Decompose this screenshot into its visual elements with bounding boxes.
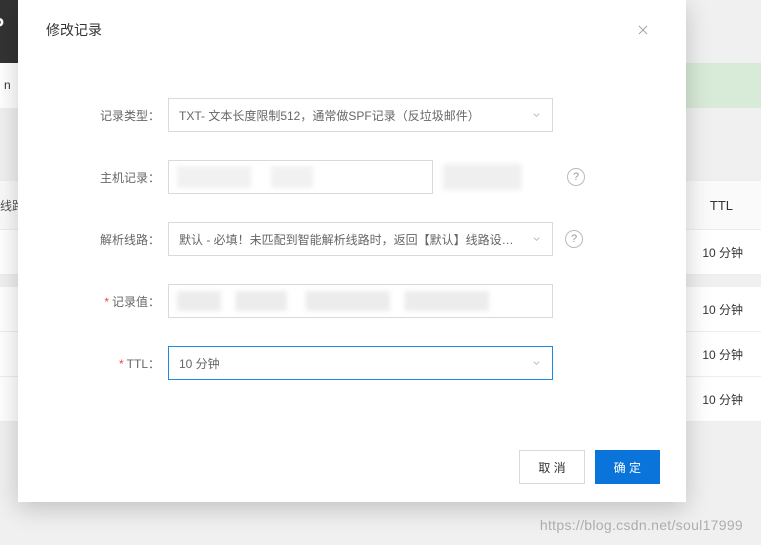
watermark: https://blog.csdn.net/soul17999 xyxy=(540,517,743,533)
modal-header: 修改记录 xyxy=(18,0,686,60)
confirm-button[interactable]: 确 定 xyxy=(595,450,660,484)
field-record-type: 记录类型： TXT- 文本长度限制512，通常做SPF记录（反垃圾邮件） xyxy=(58,98,646,132)
redacted-content xyxy=(177,166,424,188)
chevron-down-icon xyxy=(531,110,542,121)
record-type-value: TXT- 文本长度限制512，通常做SPF记录（反垃圾邮件） xyxy=(179,107,480,124)
field-host-record: 主机记录： ? xyxy=(58,160,646,194)
record-value-label: *记录值： xyxy=(58,293,168,310)
field-ttl: *TTL： 10 分钟 xyxy=(58,346,646,380)
help-icon[interactable]: ? xyxy=(565,230,583,248)
redacted-content xyxy=(177,291,544,311)
bg-header-fragment: P xyxy=(0,0,20,63)
help-icon[interactable]: ? xyxy=(567,168,585,186)
cancel-button[interactable]: 取 消 xyxy=(519,450,584,484)
field-record-value: *记录值： xyxy=(58,284,646,318)
record-type-select[interactable]: TXT- 文本长度限制512，通常做SPF记录（反垃圾邮件） xyxy=(168,98,553,132)
record-value-input[interactable] xyxy=(168,284,553,318)
chevron-down-icon xyxy=(531,234,542,245)
modal-body: 记录类型： TXT- 文本长度限制512，通常做SPF记录（反垃圾邮件） 主机记… xyxy=(18,60,686,416)
ttl-label: *TTL： xyxy=(58,355,168,372)
field-resolve-line: 解析线路： 默认 - 必填！未匹配到智能解析线路时，返回【默认】线路设… ? xyxy=(58,222,646,256)
edit-record-modal: 修改记录 记录类型： TXT- 文本长度限制512，通常做SPF记录（反垃圾邮件… xyxy=(18,0,686,502)
host-record-label: 主机记录： xyxy=(58,169,168,186)
resolve-line-select[interactable]: 默认 - 必填！未匹配到智能解析线路时，返回【默认】线路设… xyxy=(168,222,553,256)
record-type-label: 记录类型： xyxy=(58,107,168,124)
bg-col-route-label: 线路 xyxy=(0,197,18,214)
host-record-input[interactable] xyxy=(168,160,433,194)
host-suffix-redacted xyxy=(443,164,555,190)
modal-footer: 取 消 确 定 xyxy=(519,450,660,484)
chevron-down-icon xyxy=(531,358,542,369)
close-icon[interactable] xyxy=(628,15,658,45)
ttl-select[interactable]: 10 分钟 xyxy=(168,346,553,380)
modal-title: 修改记录 xyxy=(46,20,102,40)
ttl-value: 10 分钟 xyxy=(179,355,220,372)
resolve-line-label: 解析线路： xyxy=(58,231,168,248)
resolve-line-value: 默认 - 必填！未匹配到智能解析线路时，返回【默认】线路设… xyxy=(179,231,514,248)
